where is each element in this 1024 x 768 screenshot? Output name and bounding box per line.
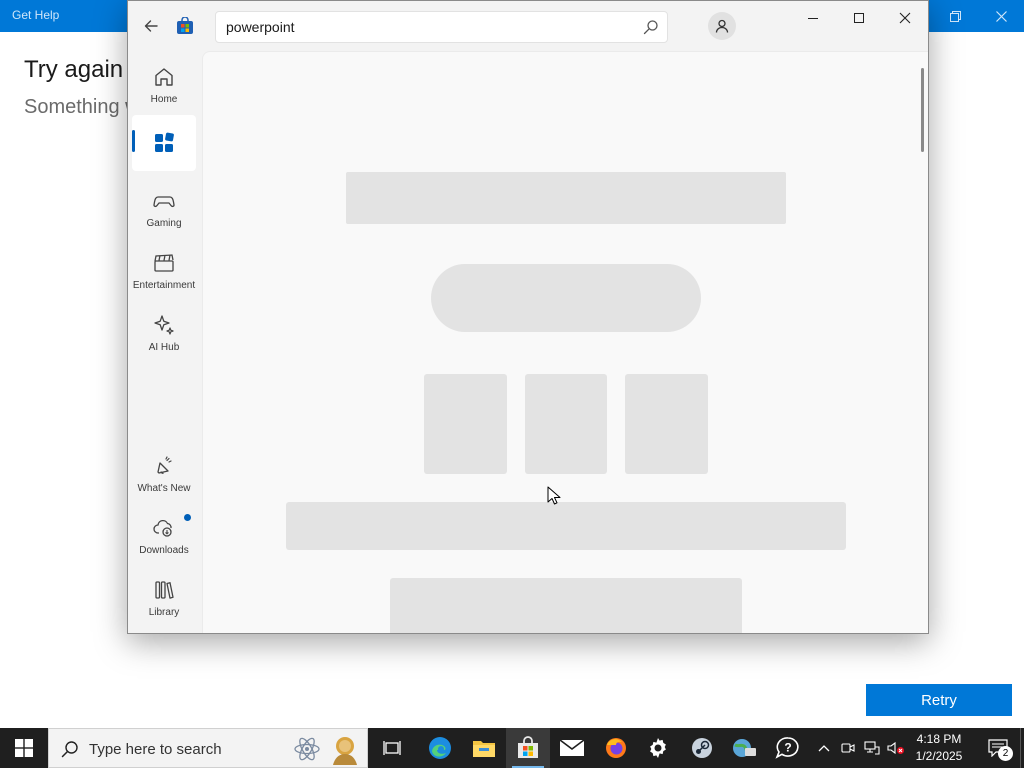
apps-icon xyxy=(155,132,174,152)
firefox-icon xyxy=(606,738,626,758)
close-icon xyxy=(899,12,911,24)
windows-logo-icon xyxy=(15,739,33,757)
show-hidden-icons[interactable] xyxy=(812,728,836,768)
nav-entertainment-label: Entertainment xyxy=(132,280,196,291)
clock-time: 4:18 PM xyxy=(916,732,962,746)
back-button[interactable] xyxy=(140,15,162,37)
network-icon xyxy=(864,741,880,755)
gear-icon xyxy=(650,738,666,758)
nav-ai-hub[interactable]: AI Hub xyxy=(132,305,196,361)
nav-ai-hub-label: AI Hub xyxy=(148,342,180,353)
skeleton-title-placeholder xyxy=(346,172,786,224)
close-icon[interactable] xyxy=(978,0,1024,32)
taskbar: Type here to search ? 4:18 PM 1/2/2025 2 xyxy=(0,728,1024,768)
search-box[interactable] xyxy=(215,11,668,43)
chevron-up-icon xyxy=(818,745,830,752)
mail-icon xyxy=(559,739,585,756)
account-button[interactable] xyxy=(708,12,736,40)
vertical-scrollbar[interactable] xyxy=(921,68,924,152)
steam-icon xyxy=(692,738,712,758)
minimize-icon xyxy=(808,18,818,19)
nav-apps[interactable] xyxy=(132,115,196,171)
tray-meet-now[interactable] xyxy=(836,728,860,768)
minimize-button[interactable] xyxy=(790,3,836,33)
speaker-muted-icon xyxy=(887,741,904,755)
mouse-pointer-icon xyxy=(547,486,561,505)
taskbar-get-help[interactable]: ? xyxy=(766,728,810,768)
tray-network[interactable] xyxy=(860,728,884,768)
microsoft-store-window: Home Gaming Entertainment AI Hub What's … xyxy=(127,0,929,634)
taskbar-firefox[interactable] xyxy=(594,728,638,768)
nav-home-label: Home xyxy=(150,94,178,105)
camera-icon xyxy=(841,743,855,753)
nav-home[interactable]: Home xyxy=(132,57,196,113)
taskbar-search-box[interactable]: Type here to search xyxy=(48,728,368,768)
cloud-download-icon xyxy=(153,519,172,537)
search-icon[interactable] xyxy=(643,19,659,35)
nav-library-label: Library xyxy=(148,607,180,618)
skeleton-block-placeholder xyxy=(390,578,742,633)
taskbar-mail[interactable] xyxy=(550,728,594,768)
taskbar-search-placeholder: Type here to search xyxy=(89,741,222,758)
taskbar-microsoft-store[interactable] xyxy=(506,728,550,768)
globe-network-icon xyxy=(733,739,756,757)
nav-downloads[interactable]: Downloads xyxy=(132,508,196,564)
sparkle-icon xyxy=(154,315,174,335)
task-view-button[interactable] xyxy=(370,728,414,768)
search-input[interactable] xyxy=(226,19,626,35)
error-message: Something w xyxy=(24,96,140,118)
downloads-badge xyxy=(184,514,191,521)
close-button[interactable] xyxy=(882,3,928,33)
tray-volume[interactable] xyxy=(884,728,908,768)
skeleton-bar-placeholder xyxy=(286,502,846,550)
nav-entertainment[interactable]: Entertainment xyxy=(132,243,196,299)
taskbar-steam[interactable] xyxy=(680,728,724,768)
svg-text:?: ? xyxy=(784,741,791,755)
skeleton-button-placeholder xyxy=(431,264,701,332)
show-desktop-button[interactable] xyxy=(1020,728,1024,768)
home-icon xyxy=(155,68,173,86)
search-icon xyxy=(61,741,78,758)
nav-selection-indicator xyxy=(132,130,135,152)
search-highlight-icon xyxy=(294,737,357,765)
store-logo-icon xyxy=(176,16,194,35)
gamepad-icon xyxy=(153,196,175,208)
nav-whats-new-label: What's New xyxy=(137,483,191,494)
nav-gaming-label: Gaming xyxy=(146,218,182,229)
notification-count-badge: 2 xyxy=(998,746,1013,761)
edge-browser-icon xyxy=(429,737,451,759)
arrow-left-icon xyxy=(144,20,158,32)
help-chat-icon: ? xyxy=(775,737,799,759)
action-center-button[interactable]: 2 xyxy=(978,728,1018,768)
navigation-rail: Home Gaming Entertainment AI Hub What's … xyxy=(128,51,202,633)
taskbar-file-explorer[interactable] xyxy=(462,728,506,768)
nav-library[interactable]: Library xyxy=(132,570,196,626)
retry-button[interactable]: Retry xyxy=(866,684,1012,716)
restore-icon[interactable] xyxy=(932,0,978,32)
clapperboard-icon xyxy=(154,254,174,272)
nav-gaming[interactable]: Gaming xyxy=(132,181,196,237)
nav-whats-new[interactable]: What's New xyxy=(132,446,196,502)
taskbar-clock[interactable]: 4:18 PM 1/2/2025 xyxy=(908,731,970,765)
get-help-title: Get Help xyxy=(12,8,60,22)
megaphone-icon xyxy=(157,456,172,474)
task-view-icon xyxy=(383,741,401,755)
store-bag-icon xyxy=(518,736,538,758)
taskbar-edge[interactable] xyxy=(418,728,462,768)
error-heading: Try again l xyxy=(24,56,136,83)
library-icon xyxy=(155,581,174,599)
skeleton-card-placeholder xyxy=(625,374,708,474)
start-button[interactable] xyxy=(0,728,48,768)
clock-date: 1/2/2025 xyxy=(915,749,963,763)
folder-icon xyxy=(473,741,495,757)
person-icon xyxy=(715,19,729,33)
skeleton-card-placeholder xyxy=(525,374,607,474)
skeleton-card-placeholder xyxy=(424,374,507,474)
maximize-button[interactable] xyxy=(836,3,882,33)
taskbar-network-app[interactable] xyxy=(722,728,766,768)
content-area xyxy=(202,51,928,633)
maximize-icon xyxy=(854,13,864,23)
nav-downloads-label: Downloads xyxy=(139,545,189,556)
taskbar-settings[interactable] xyxy=(636,728,680,768)
